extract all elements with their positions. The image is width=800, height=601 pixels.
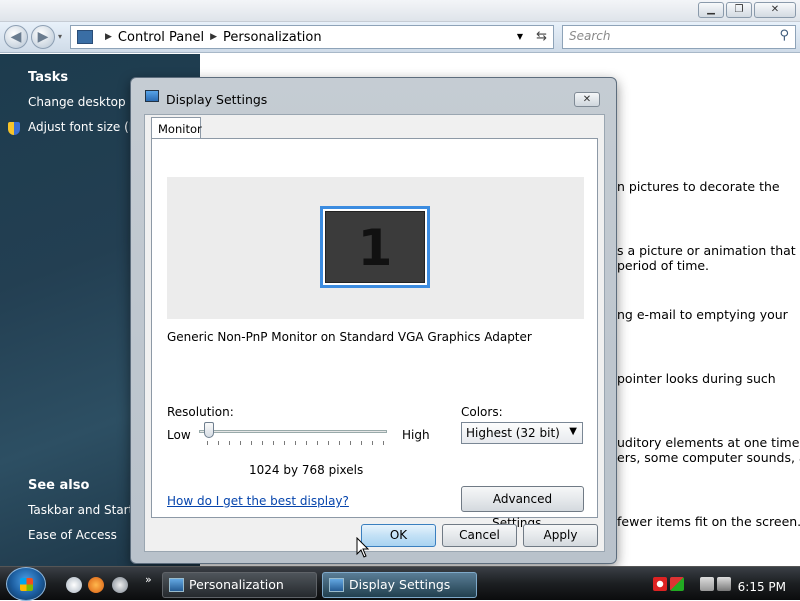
forward-button[interactable]: ▶ <box>31 25 55 49</box>
maximize-button[interactable]: ❐ <box>726 2 752 18</box>
colors-label: Colors: <box>461 405 503 419</box>
resolution-high-label: High <box>402 428 430 442</box>
search-icon[interactable]: ⚲ <box>779 28 789 43</box>
network-icon[interactable] <box>700 577 714 591</box>
see-also-heading: See also <box>28 478 90 493</box>
display-settings-dialog: Display Settings ✕ Monitor 1 Generic Non… <box>130 77 617 564</box>
help-best-display-link[interactable]: How do I get the best display? <box>167 494 349 508</box>
content-text: ers, some computer sounds, and <box>617 450 800 465</box>
colors-select[interactable]: Highest (32 bit) ▼ <box>461 422 583 444</box>
dialog-title: Display Settings <box>166 92 268 107</box>
close-button[interactable]: ✕ <box>754 2 796 18</box>
resolution-slider-thumb[interactable] <box>204 422 215 438</box>
quick-launch-app-icon[interactable] <box>112 577 128 593</box>
start-button[interactable] <box>6 567 46 601</box>
volume-muted-icon[interactable] <box>717 577 731 591</box>
ok-button[interactable]: OK <box>361 524 436 547</box>
search-placeholder: Search <box>569 29 611 43</box>
cancel-button[interactable]: Cancel <box>442 524 517 547</box>
back-button[interactable]: ◀ <box>4 25 28 49</box>
resolution-low-label: Low <box>167 428 191 442</box>
monitor-number: 1 <box>325 211 425 283</box>
dialog-client-area: Monitor 1 Generic Non-PnP Monitor on Sta… <box>144 114 605 552</box>
content-text: uditory elements at one time <box>617 435 800 450</box>
apply-button[interactable]: Apply <box>523 524 598 547</box>
link-ease-of-access[interactable]: Ease of Access <box>28 528 117 542</box>
system-tray: 6:15 PM <box>645 570 800 598</box>
content-text: s a picture or animation that <box>617 243 796 258</box>
monitor-description: Generic Non-PnP Monitor on Standard VGA … <box>167 330 532 344</box>
address-bar[interactable]: ▶ Control Panel ▶ Personalization ▼ ⇆ <box>70 25 554 49</box>
breadcrumb-separator-icon[interactable]: ▶ <box>105 32 112 42</box>
quick-launch-overflow-icon[interactable]: » <box>145 573 152 586</box>
tab-monitor[interactable]: Monitor <box>151 117 202 139</box>
taskbar-button-personalization[interactable]: Personalization <box>162 572 317 598</box>
monitor-arrangement-area: 1 <box>167 177 584 319</box>
colors-selected-value: Highest (32 bit) <box>466 426 560 440</box>
show-desktop-icon[interactable] <box>66 577 82 593</box>
control-panel-icon <box>77 30 93 44</box>
taskbar: » Personalization Display Settings 6:15 … <box>0 566 800 601</box>
personalization-icon <box>169 578 184 592</box>
window-titlebar: ▁ ❐ ✕ <box>0 0 800 22</box>
address-dropdown-icon[interactable]: ▼ <box>517 32 523 41</box>
firefox-icon[interactable] <box>88 577 104 593</box>
taskbar-button-label: Display Settings <box>349 577 451 592</box>
clock[interactable]: 6:15 PM <box>738 580 786 594</box>
search-input[interactable]: Search ⚲ <box>562 25 796 49</box>
recent-pages-dropdown-icon[interactable]: ▾ <box>58 32 62 41</box>
breadcrumb-separator-icon[interactable]: ▶ <box>210 32 217 42</box>
display-settings-icon <box>329 578 344 592</box>
breadcrumb-control-panel[interactable]: Control Panel <box>118 30 204 45</box>
security-alert-icon[interactable] <box>653 577 667 591</box>
content-text: fewer items fit on the screen. <box>617 514 800 529</box>
resolution-slider-ticks <box>207 441 387 445</box>
resolution-slider-track[interactable] <box>199 430 387 433</box>
minimize-button[interactable]: ▁ <box>698 2 724 18</box>
advanced-settings-button[interactable]: Advanced Settings... <box>461 486 584 530</box>
dialog-close-button[interactable]: ✕ <box>574 92 600 107</box>
taskbar-button-display-settings[interactable]: Display Settings <box>322 572 477 598</box>
monitor-1-tile[interactable]: 1 <box>320 206 430 288</box>
content-text: pointer looks during such <box>617 371 776 386</box>
address-row: ◀ ▶ ▾ ▶ Control Panel ▶ Personalization … <box>0 22 800 53</box>
taskbar-button-label: Personalization <box>189 577 284 592</box>
caption-buttons: ▁ ❐ ✕ <box>698 2 796 18</box>
display-settings-icon <box>145 90 159 102</box>
mouse-cursor-icon <box>356 537 370 558</box>
uac-shield-icon <box>8 122 20 135</box>
monitor-tab-panel: 1 Generic Non-PnP Monitor on Standard VG… <box>151 138 598 530</box>
windows-logo-icon <box>20 578 33 591</box>
breadcrumb-personalization[interactable]: Personalization <box>223 30 322 45</box>
resolution-label: Resolution: <box>167 405 234 419</box>
content-text: period of time. <box>617 258 710 273</box>
content-text: ng e-mail to emptying your <box>617 307 788 322</box>
tasks-heading: Tasks <box>28 70 69 85</box>
windows-defender-icon[interactable] <box>670 577 684 591</box>
resolution-value: 1024 by 768 pixels <box>249 463 364 477</box>
content-text: n pictures to decorate the <box>617 179 780 194</box>
refresh-icon[interactable]: ⇆ <box>536 29 547 44</box>
chevron-down-icon: ▼ <box>569 426 577 437</box>
